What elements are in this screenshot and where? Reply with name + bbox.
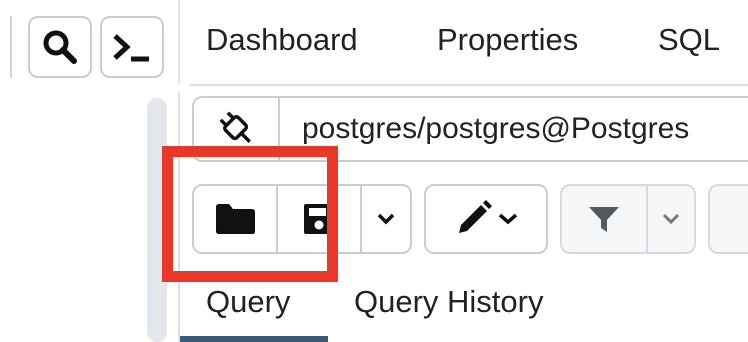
tab-query[interactable]: Query (206, 284, 290, 320)
active-tab-indicator (180, 336, 328, 342)
save-options-dropdown[interactable] (360, 184, 412, 254)
header-divider (178, 0, 180, 84)
filter-icon (589, 207, 619, 232)
pencil-icon (459, 200, 492, 233)
tab-properties[interactable]: Properties (437, 22, 578, 58)
plug-icon (219, 111, 251, 143)
filter-options-dropdown[interactable] (646, 184, 696, 254)
tab-query-history[interactable]: Query History (354, 284, 543, 320)
left-edge-divider (10, 16, 12, 78)
chevron-down-icon (377, 213, 395, 225)
chevron-down-icon (498, 213, 518, 225)
tab-sql[interactable]: SQL (658, 22, 720, 58)
highlight-box (162, 146, 338, 282)
connection-label: postgres/postgres@Postgres (302, 112, 690, 145)
edit-menu-button[interactable] (424, 184, 548, 254)
tabs-divider (190, 84, 748, 86)
row-limit-field[interactable] (708, 184, 748, 254)
psql-tool-button[interactable] (100, 16, 164, 78)
search-button[interactable] (28, 16, 92, 78)
filter-button[interactable] (560, 184, 648, 254)
tab-dashboard[interactable]: Dashboard (206, 22, 358, 58)
terminal-icon (113, 34, 149, 62)
chevron-down-icon (662, 213, 680, 225)
search-icon (43, 30, 77, 64)
